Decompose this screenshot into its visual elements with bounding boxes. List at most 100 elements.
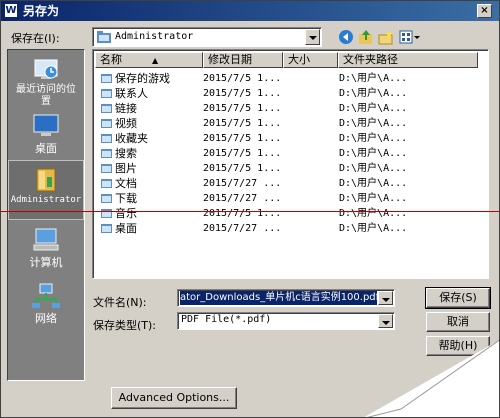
file-path: D:\用户\A... bbox=[339, 103, 408, 114]
filetype-value: PDF File(*.pdf) bbox=[181, 314, 272, 325]
page-curl-decoration bbox=[364, 339, 499, 417]
file-date: 2015/7/5 1... bbox=[203, 73, 282, 84]
place-recent[interactable]: 最近访问的位置 bbox=[8, 56, 84, 108]
red-guide-line bbox=[1, 211, 499, 212]
file-path: D:\用户\A... bbox=[339, 73, 408, 84]
folder-icon bbox=[101, 209, 112, 218]
table-row[interactable]: 文档 2015/7/27 ... D:\用户\A... bbox=[95, 176, 475, 191]
sort-up-icon: ▲ bbox=[152, 56, 159, 65]
file-name: 保存的游戏 bbox=[115, 72, 170, 85]
table-row[interactable]: 搜索 2015/7/5 1... D:\用户\A... bbox=[95, 146, 475, 161]
chevron-down-icon[interactable] bbox=[378, 314, 393, 328]
file-date: 2015/7/5 1... bbox=[203, 208, 282, 219]
file-name: 音乐 bbox=[115, 207, 137, 220]
file-date: 2015/7/27 ... bbox=[203, 223, 282, 234]
table-row[interactable]: 联系人 2015/7/5 1... D:\用户\A... bbox=[95, 86, 475, 101]
folder-icon bbox=[101, 134, 112, 143]
table-row[interactable]: 收藏夹 2015/7/5 1... D:\用户\A... bbox=[95, 131, 475, 146]
chevron-down-icon[interactable] bbox=[378, 291, 393, 305]
file-path: D:\用户\A... bbox=[339, 208, 408, 219]
file-name: 图片 bbox=[115, 162, 137, 175]
up-folder-icon[interactable] bbox=[358, 29, 374, 45]
file-name: 视频 bbox=[115, 117, 137, 130]
file-path: D:\用户\A... bbox=[339, 133, 408, 144]
file-path: D:\用户\A... bbox=[339, 163, 408, 174]
column-header-size[interactable]: 大小 bbox=[283, 52, 338, 68]
save-as-dialog: W 另存为 × 保存在(I): Administrator 最近访问的位置 桌面… bbox=[0, 0, 500, 418]
file-path: D:\用户\A... bbox=[339, 118, 408, 129]
file-date: 2015/7/27 ... bbox=[203, 178, 282, 189]
file-name: 桌面 bbox=[115, 222, 137, 235]
user-folder-icon bbox=[36, 168, 56, 192]
folder-icon bbox=[97, 31, 111, 43]
file-name: 收藏夹 bbox=[115, 132, 148, 145]
file-date: 2015/7/5 1... bbox=[203, 148, 282, 159]
file-date: 2015/7/5 1... bbox=[203, 88, 282, 99]
place-label: Administrator bbox=[10, 195, 82, 205]
new-folder-icon[interactable] bbox=[378, 29, 394, 45]
window-title: 另存为 bbox=[23, 4, 60, 18]
file-path: D:\用户\A... bbox=[339, 88, 408, 99]
back-icon[interactable] bbox=[338, 29, 354, 45]
folder-icon bbox=[101, 179, 112, 188]
places-bar: 最近访问的位置 桌面 Administrator 计算机 网络 bbox=[7, 49, 85, 381]
filename-value: ator_Downloads_单片机c语言实例100.pdf bbox=[180, 291, 377, 305]
filetype-select[interactable]: PDF File(*.pdf) bbox=[177, 312, 395, 330]
file-name: 链接 bbox=[115, 102, 137, 115]
chevron-down-icon[interactable] bbox=[305, 29, 320, 45]
table-row[interactable]: 保存的游戏 2015/7/5 1... D:\用户\A... bbox=[95, 71, 475, 86]
save-in-combo[interactable]: Administrator bbox=[92, 27, 322, 47]
folder-icon bbox=[101, 194, 112, 203]
file-path: D:\用户\A... bbox=[339, 223, 408, 234]
advanced-options-button[interactable]: Advanced Options... bbox=[111, 387, 237, 409]
place-label: 计算机 bbox=[29, 256, 63, 269]
cancel-button[interactable]: 取消 bbox=[426, 312, 490, 332]
computer-icon bbox=[33, 228, 59, 251]
folder-icon bbox=[101, 89, 112, 98]
folder-icon bbox=[101, 74, 112, 83]
save-in-label: 保存在(I): bbox=[11, 32, 60, 45]
title-bar[interactable]: W 另存为 × bbox=[1, 1, 499, 21]
file-name: 下载 bbox=[115, 192, 137, 205]
file-date: 2015/7/5 1... bbox=[203, 118, 282, 129]
file-list[interactable]: 名称 ▲ 修改日期 大小 文件夹路径 保存的游戏 2015/7/5 1... D:\用… bbox=[92, 49, 489, 279]
file-path: D:\用户\A... bbox=[339, 193, 408, 204]
folder-icon bbox=[101, 224, 112, 233]
network-icon bbox=[32, 283, 60, 308]
table-row[interactable]: 音乐 2015/7/5 1... D:\用户\A... bbox=[95, 206, 475, 221]
table-row[interactable]: 视频 2015/7/5 1... D:\用户\A... bbox=[95, 116, 475, 131]
file-date: 2015/7/27 ... bbox=[203, 193, 282, 204]
file-date: 2015/7/5 1... bbox=[203, 133, 282, 144]
file-name: 搜索 bbox=[115, 147, 137, 160]
column-header-path[interactable]: 文件夹路径 bbox=[338, 52, 478, 68]
folder-icon bbox=[101, 119, 112, 128]
file-path: D:\用户\A... bbox=[339, 178, 408, 189]
place-desktop[interactable]: 桌面 bbox=[8, 112, 84, 156]
save-in-value: Administrator bbox=[115, 31, 194, 42]
column-header-name[interactable]: 名称 ▲ bbox=[95, 52, 203, 68]
table-row[interactable]: 图片 2015/7/5 1... D:\用户\A... bbox=[95, 161, 475, 176]
column-date-label: 修改日期 bbox=[208, 53, 252, 66]
save-button[interactable]: 保存(S) bbox=[425, 287, 491, 309]
folder-icon bbox=[101, 164, 112, 173]
table-row[interactable]: 下载 2015/7/27 ... D:\用户\A... bbox=[95, 191, 475, 206]
close-button[interactable]: × bbox=[477, 4, 492, 18]
filename-input[interactable]: ator_Downloads_单片机c语言实例100.pdf bbox=[177, 289, 395, 307]
folder-icon bbox=[101, 104, 112, 113]
file-date: 2015/7/5 1... bbox=[203, 163, 282, 174]
recent-places-icon bbox=[34, 59, 58, 79]
place-network[interactable]: 网络 bbox=[8, 282, 84, 326]
place-label: 网络 bbox=[35, 312, 57, 325]
filetype-label: 保存类型(T): bbox=[93, 319, 157, 332]
column-size-label: 大小 bbox=[288, 53, 310, 66]
place-computer[interactable]: 计算机 bbox=[8, 226, 84, 270]
filename-label: 文件名(N): bbox=[93, 296, 147, 309]
view-menu-icon[interactable] bbox=[399, 29, 421, 45]
table-row[interactable]: 桌面 2015/7/27 ... D:\用户\A... bbox=[95, 221, 475, 236]
table-row[interactable]: 链接 2015/7/5 1... D:\用户\A... bbox=[95, 101, 475, 116]
column-header-date[interactable]: 修改日期 bbox=[203, 52, 283, 68]
folder-icon bbox=[101, 149, 112, 158]
file-date: 2015/7/5 1... bbox=[203, 103, 282, 114]
file-name: 文档 bbox=[115, 177, 137, 190]
column-path-label: 文件夹路径 bbox=[343, 53, 398, 66]
